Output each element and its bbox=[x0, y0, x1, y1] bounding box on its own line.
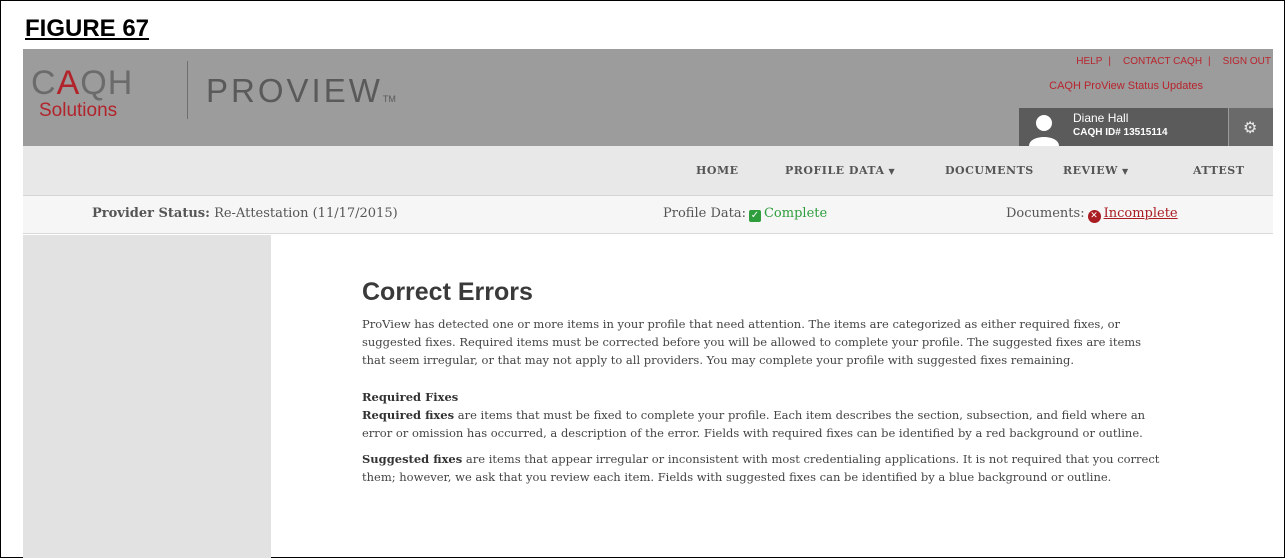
caqh-logo[interactable]: CAQH Solutions bbox=[23, 64, 173, 124]
app-header: CAQH Solutions PROVIEWTM HELP | CONTACT CA… bbox=[23, 49, 1273, 146]
check-icon: ✓ bbox=[748, 210, 761, 222]
chevron-down-icon: ▼ bbox=[888, 166, 896, 176]
user-id: CAQH ID# 13515114 bbox=[1073, 127, 1168, 138]
settings-button[interactable]: ⚙ bbox=[1229, 108, 1273, 146]
page-title: Correct Errors bbox=[362, 278, 533, 306]
user-name: Diane Hall bbox=[1073, 111, 1129, 125]
avatar-icon bbox=[1029, 115, 1059, 146]
sign-out-link[interactable]: SIGN OUT bbox=[1223, 56, 1271, 67]
chevron-down-icon: ▼ bbox=[1121, 166, 1129, 176]
incomplete-link[interactable]: Incomplete bbox=[1104, 206, 1178, 221]
help-link[interactable]: HELP bbox=[1076, 56, 1102, 67]
header-links: HELP | CONTACT CAQH | SIGN OUT bbox=[1076, 56, 1271, 67]
solutions-wordmark: Solutions bbox=[39, 100, 118, 121]
logo-divider bbox=[187, 61, 188, 119]
x-circle-icon: ✕ bbox=[1087, 210, 1101, 223]
intro-text: ProView has detected one or more items i… bbox=[362, 317, 1142, 367]
status-updates-link[interactable]: CAQH ProView Status Updates bbox=[1049, 80, 1203, 92]
contact-link[interactable]: CONTACT CAQH bbox=[1123, 56, 1202, 67]
nav-home[interactable]: HOME bbox=[696, 164, 739, 177]
main-nav: HOME PROFILE DATA ▼ DOCUMENTS REVIEW ▼ ATT… bbox=[23, 146, 1273, 196]
required-fixes-heading: Required Fixes bbox=[362, 390, 459, 404]
suggested-fixes-text: Suggested fixes are items that appear ir… bbox=[362, 452, 1160, 484]
provider-status: Provider Status: Re-Attestation (11/17/2… bbox=[92, 206, 398, 221]
nav-profile-data[interactable]: PROFILE DATA ▼ bbox=[785, 164, 895, 177]
gear-icon: ⚙ bbox=[1243, 118, 1258, 137]
nav-documents[interactable]: DOCUMENTS bbox=[945, 164, 1034, 177]
status-bar: Provider Status: Re-Attestation (11/17/2… bbox=[23, 196, 1273, 234]
sidebar bbox=[23, 235, 271, 558]
main-content: Correct Errors ProView has detected one … bbox=[362, 278, 1272, 494]
figure-label: FIGURE 67 bbox=[25, 15, 150, 42]
nav-attest[interactable]: ATTEST bbox=[1193, 164, 1244, 177]
nav-review[interactable]: REVIEW ▼ bbox=[1063, 164, 1129, 177]
user-menu[interactable]: Diane Hall CAQH ID# 13515114 bbox=[1019, 108, 1228, 146]
documents-status: Documents: ✕ Incomplete bbox=[1006, 206, 1178, 223]
profile-data-status: Profile Data: ✓ Complete bbox=[663, 206, 828, 222]
proview-wordmark: PROVIEWTM bbox=[206, 72, 396, 109]
required-fixes-text: Required fixes are items that must be fi… bbox=[362, 408, 1146, 440]
caqh-wordmark: CAQH bbox=[31, 64, 134, 102]
